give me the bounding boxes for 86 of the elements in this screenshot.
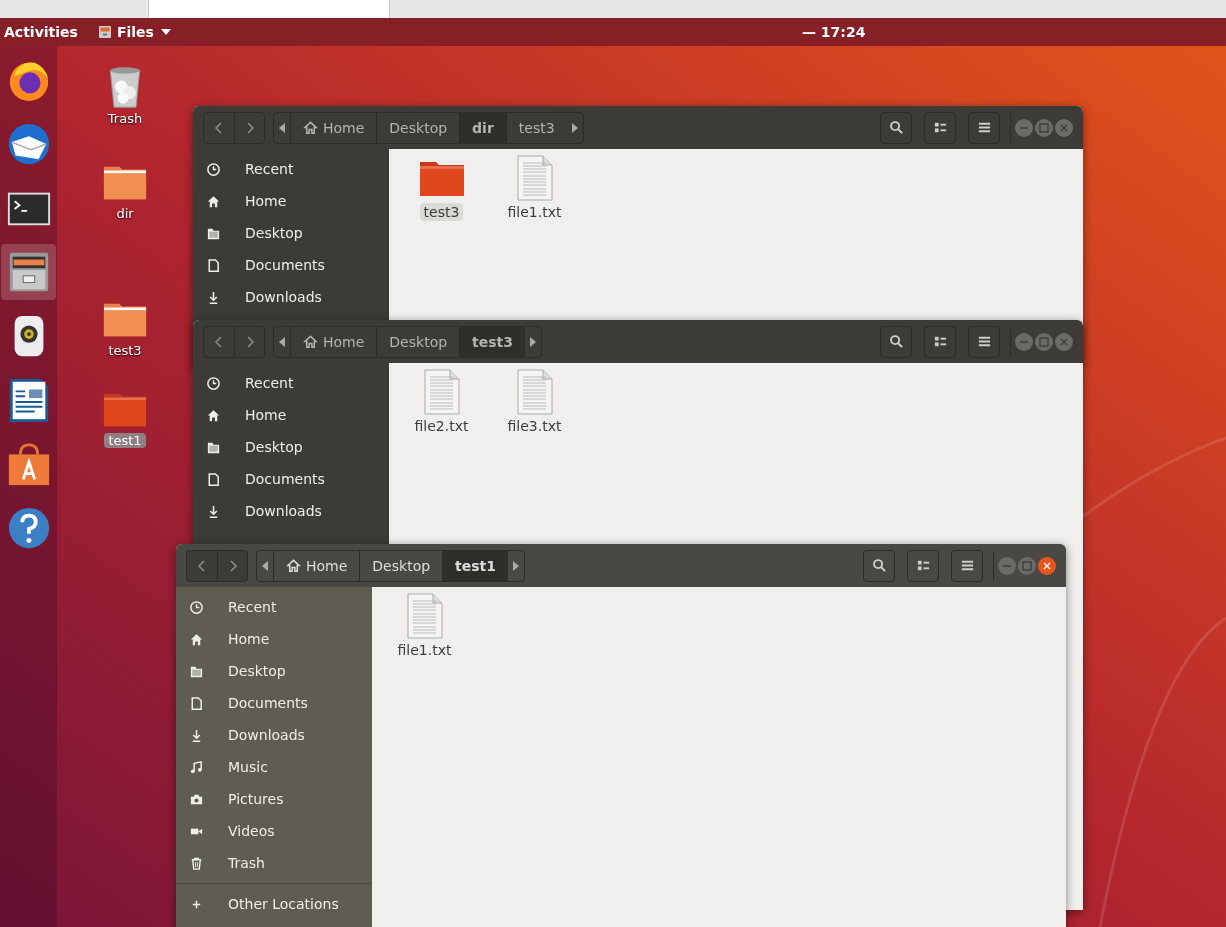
- menu-button[interactable]: [968, 325, 1000, 358]
- search-button[interactable]: [880, 325, 912, 358]
- view-options-button[interactable]: [924, 111, 956, 144]
- path-segment[interactable]: test1: [442, 550, 509, 581]
- home-icon: [205, 193, 221, 209]
- menu-button[interactable]: [951, 549, 983, 582]
- search-button[interactable]: [863, 549, 895, 582]
- triangle-left-icon: [279, 336, 285, 347]
- file-name[interactable]: file2.txt: [410, 417, 473, 435]
- sidebar-item[interactable]: Music: [176, 751, 372, 783]
- caret-icon: [160, 29, 171, 35]
- triangle-right-icon: [513, 560, 520, 571]
- desktop-icon-label[interactable]: Trash: [103, 111, 147, 126]
- home-icon: [205, 407, 221, 423]
- clock-icon: [205, 375, 221, 391]
- app-menu[interactable]: Files: [97, 24, 171, 40]
- triangle-right-icon: [530, 336, 537, 347]
- clock-icon: [205, 161, 221, 177]
- triangle-left-icon: [279, 122, 285, 133]
- sidebar-item[interactable]: Pictures: [176, 783, 372, 815]
- sidebar-item[interactable]: Videos: [176, 815, 372, 847]
- sidebar-item[interactable]: Other Locations: [176, 888, 372, 920]
- sidebar-item[interactable]: Desktop: [193, 217, 389, 249]
- list-view-icon: [932, 334, 948, 349]
- home-icon: [303, 120, 318, 135]
- file-name[interactable]: test3: [419, 203, 464, 221]
- sidebar-item[interactable]: Recent: [193, 367, 389, 399]
- clock[interactable]: — 17:24: [802, 24, 866, 40]
- minimize-icon: [1020, 340, 1028, 343]
- path-segment[interactable]: dir: [459, 112, 506, 143]
- path-segment[interactable]: test3: [505, 112, 567, 143]
- sidebar-item[interactable]: Documents: [176, 687, 372, 719]
- chevron-right-icon: [244, 333, 255, 350]
- sidebar-item[interactable]: Recent: [176, 591, 372, 623]
- chevron-left-icon: [197, 557, 207, 574]
- menu-icon: [976, 334, 992, 349]
- sidebar-item[interactable]: Desktop: [176, 655, 372, 687]
- desktop-icon-label[interactable]: test3: [104, 343, 146, 358]
- search-button[interactable]: [880, 111, 912, 144]
- file-name[interactable]: file1.txt: [503, 203, 566, 221]
- sidebar-item[interactable]: Downloads: [193, 281, 389, 313]
- menu-button[interactable]: [968, 111, 1000, 144]
- dock-launcher[interactable]: [1, 244, 56, 300]
- chevron-left-icon: [214, 119, 224, 136]
- list-view-icon: [915, 558, 931, 573]
- sidebar-item[interactable]: Recent: [193, 153, 389, 185]
- list-view-icon: [932, 120, 948, 135]
- path-segment[interactable]: Home: [290, 326, 377, 357]
- sidebar-item[interactable]: Trash: [176, 847, 372, 879]
- chevron-left-icon: [214, 333, 224, 350]
- file-cabinet-icon: [97, 25, 112, 39]
- close-button[interactable]: [1038, 556, 1056, 575]
- file-name[interactable]: file3.txt: [503, 417, 566, 435]
- view-options-button[interactable]: [924, 325, 956, 358]
- triangle-left-icon: [262, 560, 268, 571]
- music-note-icon: [188, 759, 204, 775]
- home-icon: [286, 558, 301, 573]
- search-icon: [888, 120, 904, 135]
- minimize-icon: [1003, 564, 1011, 567]
- menu-icon: [959, 558, 975, 573]
- path-segment[interactable]: Home: [273, 550, 360, 581]
- home-icon: [188, 631, 204, 647]
- chevron-right-icon: [244, 119, 255, 136]
- view-options-button[interactable]: [907, 549, 939, 582]
- desktop-icon-label[interactable]: dir: [112, 206, 138, 221]
- minimize-icon: [1020, 126, 1028, 129]
- sidebar-item[interactable]: Home: [176, 623, 372, 655]
- triangle-right-icon: [571, 122, 578, 133]
- chevron-right-icon: [227, 557, 238, 574]
- sidebar-item[interactable]: Desktop: [193, 431, 389, 463]
- home-icon: [303, 334, 318, 349]
- sidebar-item[interactable]: Downloads: [193, 495, 389, 527]
- clock-icon: [188, 599, 204, 615]
- sidebar-item[interactable]: Documents: [193, 463, 389, 495]
- sidebar-item[interactable]: Home: [193, 399, 389, 431]
- path-segment[interactable]: test3: [459, 326, 526, 357]
- path-segment[interactable]: Home: [290, 112, 377, 143]
- menu-icon: [976, 120, 992, 135]
- sidebar-item[interactable]: Documents: [193, 249, 389, 281]
- desktop-icon-label[interactable]: test1: [104, 433, 146, 448]
- activities-button[interactable]: Activities: [4, 24, 78, 40]
- search-icon: [871, 558, 887, 573]
- sidebar-item[interactable]: Downloads: [176, 719, 372, 751]
- search-icon: [888, 334, 904, 349]
- file-name[interactable]: file1.txt: [393, 641, 456, 659]
- sidebar-item[interactable]: Home: [193, 185, 389, 217]
